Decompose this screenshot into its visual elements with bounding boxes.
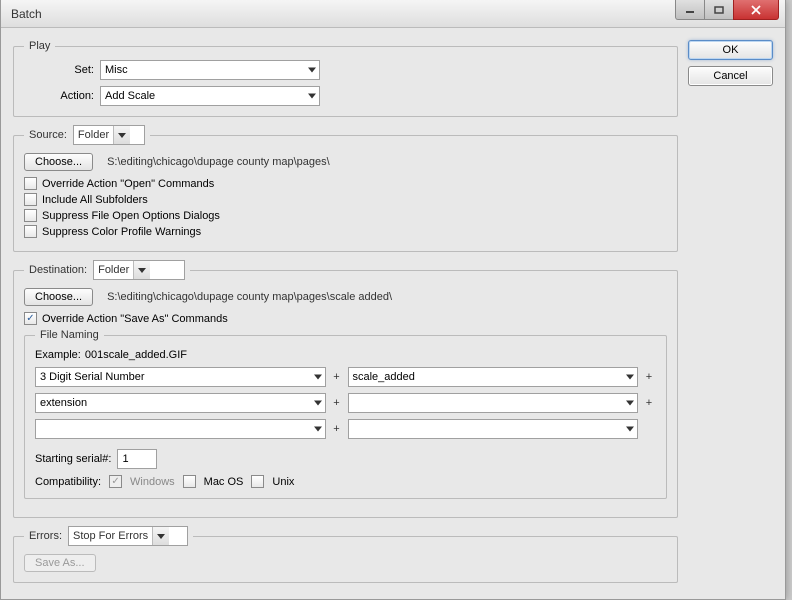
filename-field-4[interactable]	[348, 393, 639, 413]
action-value: Add Scale	[105, 90, 155, 102]
override-open-label: Override Action "Open" Commands	[42, 178, 214, 190]
suppress-color-warnings-checkbox[interactable]	[24, 225, 37, 238]
filename-field-6[interactable]	[348, 419, 639, 439]
save-as-button: Save As...	[24, 554, 96, 572]
override-saveas-label: Override Action "Save As" Commands	[42, 313, 228, 325]
chevron-down-icon	[138, 268, 146, 273]
source-value: Folder	[78, 129, 109, 141]
compat-label: Compatibility:	[35, 476, 101, 488]
destination-path: S:\editing\chicago\dupage county map\pag…	[107, 291, 392, 303]
include-subfolders-checkbox[interactable]	[24, 193, 37, 206]
plus-separator: +	[642, 393, 656, 413]
example-value: 001scale_added.GIF	[85, 349, 187, 361]
file-naming-grid: 3 Digit Serial Number + scale_added + ex…	[35, 367, 656, 439]
destination-legend: Destination: Folder	[24, 260, 190, 280]
plus-separator: +	[330, 419, 344, 439]
chevron-down-icon	[626, 427, 634, 432]
destination-label: Destination:	[29, 264, 87, 276]
chevron-down-icon	[314, 401, 322, 406]
file-naming-group: File Naming Example: 001scale_added.GIF …	[24, 329, 667, 499]
include-subfolders-label: Include All Subfolders	[42, 194, 148, 206]
file-naming-legend: File Naming	[35, 329, 104, 341]
compat-windows-checkbox	[109, 475, 122, 488]
chevron-down-icon	[314, 427, 322, 432]
titlebar: Batch	[1, 0, 785, 28]
chevron-down-icon	[626, 375, 634, 380]
ok-button[interactable]: OK	[688, 40, 773, 60]
plus-separator: +	[642, 367, 656, 387]
destination-select[interactable]: Folder	[93, 260, 185, 280]
plus-separator: +	[330, 367, 344, 387]
close-icon	[751, 5, 761, 15]
filename-field-3[interactable]: extension	[35, 393, 326, 413]
errors-label: Errors:	[29, 530, 62, 542]
example-label: Example:	[35, 349, 81, 361]
compat-unix-label: Unix	[272, 476, 294, 488]
source-group: Source: Folder Choose... S:\editing\chic…	[13, 125, 678, 252]
close-button[interactable]	[733, 0, 779, 20]
destination-choose-button[interactable]: Choose...	[24, 288, 93, 306]
chevron-down-icon	[626, 401, 634, 406]
suppress-open-dialogs-label: Suppress File Open Options Dialogs	[42, 210, 220, 222]
filename-field-2[interactable]: scale_added	[348, 367, 639, 387]
source-legend: Source: Folder	[24, 125, 150, 145]
cancel-button[interactable]: Cancel	[688, 66, 773, 86]
errors-value: Stop For Errors	[73, 530, 148, 542]
chevron-down-icon	[157, 534, 165, 539]
maximize-icon	[714, 6, 724, 14]
minimize-icon	[685, 6, 695, 14]
set-value: Misc	[105, 64, 128, 76]
source-select[interactable]: Folder	[73, 125, 145, 145]
action-select[interactable]: Add Scale	[100, 86, 320, 106]
suppress-color-warnings-label: Suppress Color Profile Warnings	[42, 226, 201, 238]
chevron-down-icon	[308, 68, 316, 73]
window-title: Batch	[11, 7, 42, 21]
batch-dialog: Batch Play Set: Misc	[0, 0, 786, 600]
override-open-checkbox[interactable]	[24, 177, 37, 190]
chevron-down-icon	[308, 94, 316, 99]
errors-legend: Errors: Stop For Errors	[24, 526, 193, 546]
source-label: Source:	[29, 129, 67, 141]
starting-serial-label: Starting serial#:	[35, 453, 111, 465]
chevron-down-icon	[314, 375, 322, 380]
suppress-open-dialogs-checkbox[interactable]	[24, 209, 37, 222]
source-path: S:\editing\chicago\dupage county map\pag…	[107, 156, 330, 168]
set-label: Set:	[24, 64, 94, 76]
action-label: Action:	[24, 90, 94, 102]
dialog-content: Play Set: Misc Action: Add Scale	[1, 28, 785, 599]
compat-unix-checkbox[interactable]	[251, 475, 264, 488]
destination-group: Destination: Folder Choose... S:\editing…	[13, 260, 678, 518]
chevron-down-icon	[118, 133, 126, 138]
plus-separator: +	[330, 393, 344, 413]
filename-field-5[interactable]	[35, 419, 326, 439]
compat-mac-checkbox[interactable]	[183, 475, 196, 488]
set-select[interactable]: Misc	[100, 60, 320, 80]
play-legend: Play	[24, 40, 55, 52]
left-column: Play Set: Misc Action: Add Scale	[13, 40, 678, 587]
errors-group: Errors: Stop For Errors Save As...	[13, 526, 678, 583]
right-column: OK Cancel	[688, 40, 773, 587]
titlebar-buttons	[676, 0, 785, 22]
maximize-button[interactable]	[704, 0, 734, 20]
override-saveas-checkbox[interactable]	[24, 312, 37, 325]
starting-serial-input[interactable]	[117, 449, 157, 469]
play-group: Play Set: Misc Action: Add Scale	[13, 40, 678, 117]
source-choose-button[interactable]: Choose...	[24, 153, 93, 171]
compat-mac-label: Mac OS	[204, 476, 244, 488]
destination-value: Folder	[98, 264, 129, 276]
errors-select[interactable]: Stop For Errors	[68, 526, 188, 546]
filename-field-1[interactable]: 3 Digit Serial Number	[35, 367, 326, 387]
minimize-button[interactable]	[675, 0, 705, 20]
compat-windows-label: Windows	[130, 476, 175, 488]
